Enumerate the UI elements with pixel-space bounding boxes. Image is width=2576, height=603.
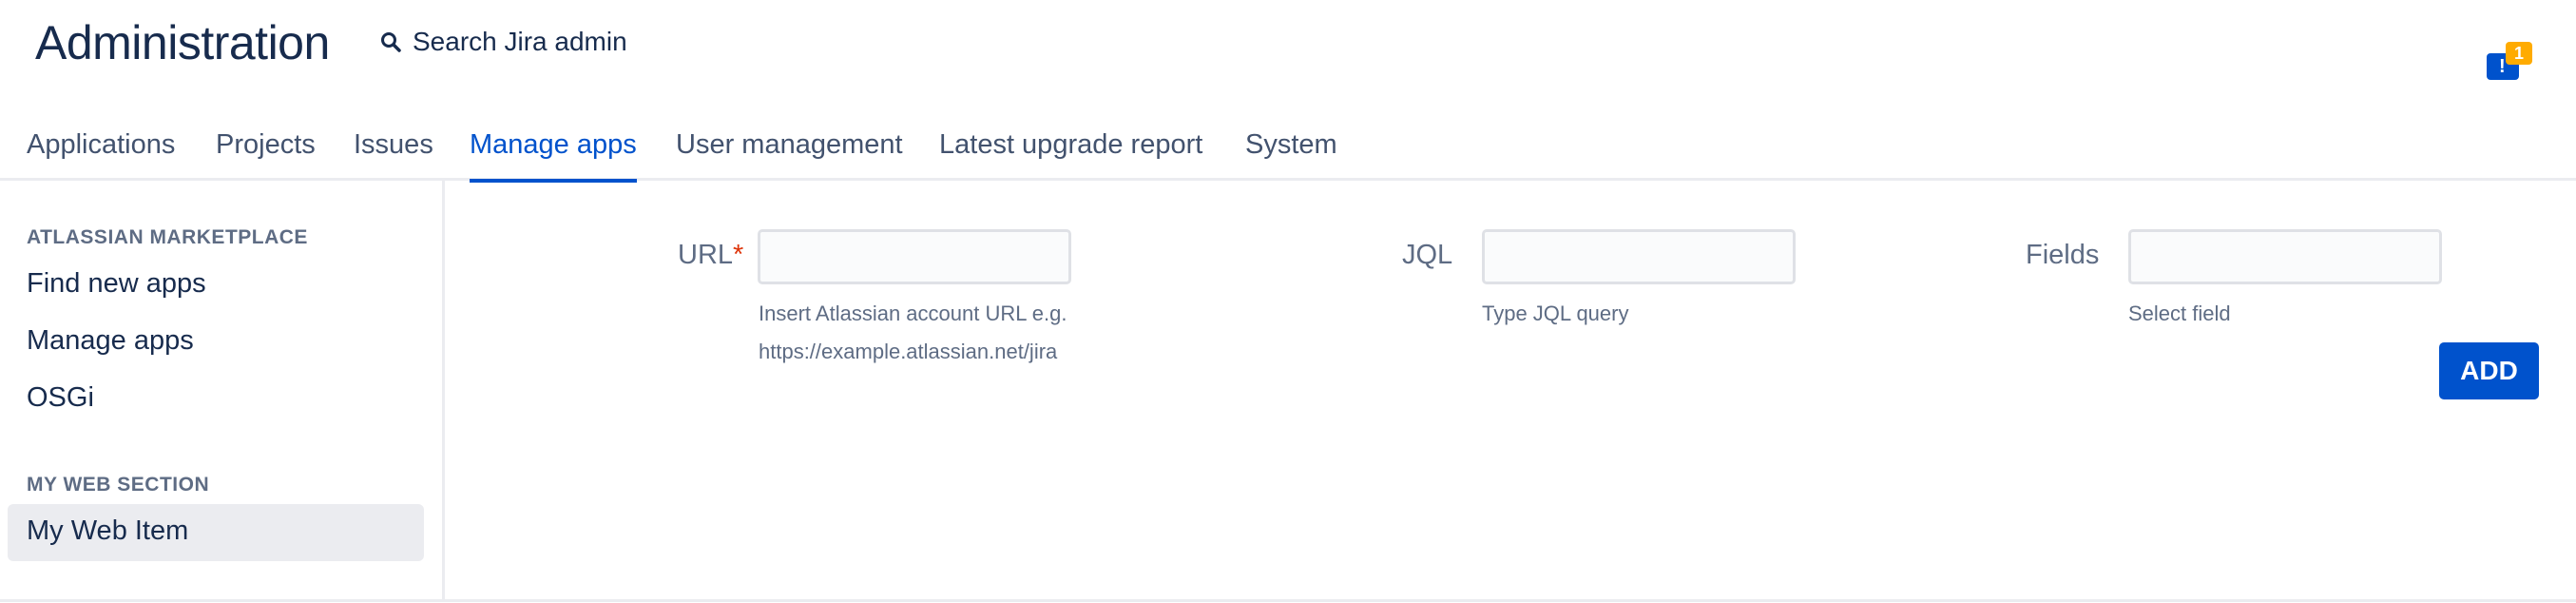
fields-help: Select field [2128, 302, 2231, 325]
search-icon [381, 32, 401, 52]
sidebar-item-label: My Web Item [27, 515, 189, 546]
sidebar-item-find-new-apps[interactable]: Find new apps [27, 268, 206, 300]
required-marker: * [733, 240, 744, 270]
sidebar-item-my-web-item[interactable]: My Web Item [8, 504, 424, 561]
admin-nav: Applications Projects Issues Manage apps… [0, 114, 2576, 183]
jql-help: Type JQL query [1482, 302, 1629, 325]
add-button[interactable]: ADD [2439, 342, 2539, 399]
url-help-line-1: Insert Atlassian account URL e.g. [759, 302, 1067, 325]
exclamation-glyph: ! [2499, 56, 2506, 77]
jql-label: JQL [1402, 240, 1453, 270]
notification-badge: 1 [2506, 42, 2532, 65]
sidebar-heading-marketplace: ATLASSIAN MARKETPLACE [27, 226, 308, 248]
search-label: Search Jira admin [413, 27, 627, 56]
jql-field[interactable] [1482, 229, 1796, 284]
url-label-text: URL [678, 240, 734, 270]
search-jira-admin[interactable]: Search Jira admin [380, 21, 627, 63]
sidebar-heading-my-web-section: MY WEB SECTION [27, 474, 210, 496]
sidebar-item-osgi[interactable]: OSGi [27, 382, 94, 414]
tab-user-management[interactable]: User management [676, 127, 903, 181]
tab-system[interactable]: System [1245, 127, 1337, 181]
tab-applications[interactable]: Applications [27, 127, 175, 181]
fields-label: Fields [2026, 240, 2100, 270]
sidebar: ATLASSIAN MARKETPLACE Find new apps Mana… [0, 181, 445, 599]
tab-manage-apps[interactable]: Manage apps [470, 127, 637, 183]
tab-projects[interactable]: Projects [216, 127, 316, 181]
url-label: URL* [678, 240, 743, 271]
fields-field[interactable] [2128, 229, 2442, 284]
tab-issues[interactable]: Issues [354, 127, 433, 181]
sidebar-item-manage-apps[interactable]: Manage apps [27, 325, 194, 357]
notification-button[interactable]: ! 1 [2483, 38, 2532, 84]
page-title: Administration [35, 16, 330, 69]
header: Administration Search Jira admin ! 1 [0, 0, 2576, 88]
footer-divider [0, 599, 2576, 602]
url-help-line-2: https://example.atlassian.net/jira [759, 340, 1058, 363]
url-field[interactable] [758, 229, 1071, 284]
tab-latest-upgrade-report[interactable]: Latest upgrade report [939, 127, 1202, 181]
